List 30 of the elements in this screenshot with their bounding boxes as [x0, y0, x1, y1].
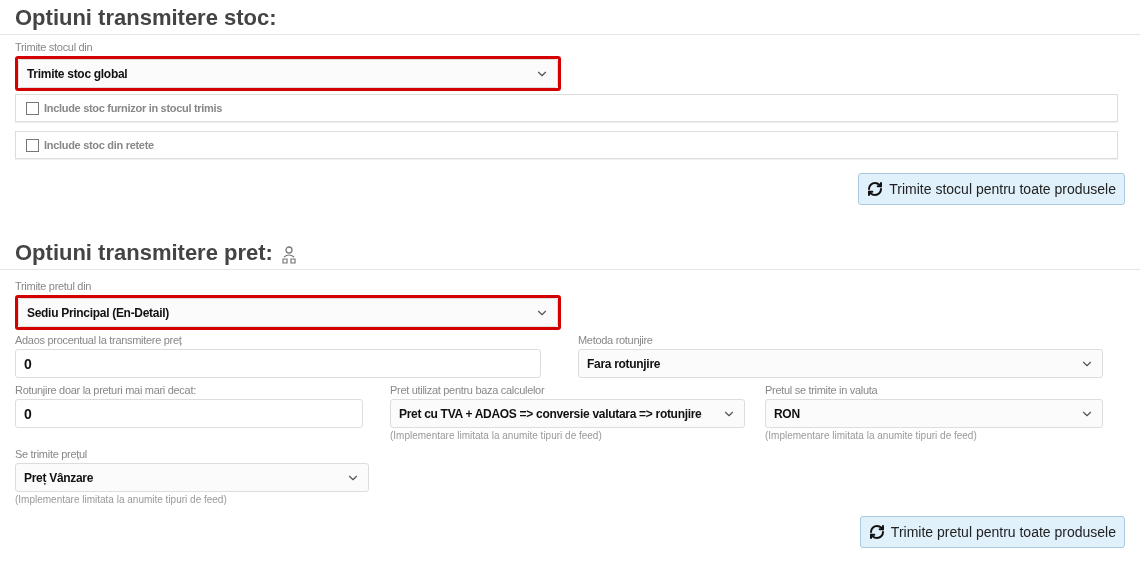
refresh-icon	[868, 524, 885, 540]
people-icon	[280, 246, 297, 264]
hint-text: (Implementare limitata la anumite tipuri de feed)	[15, 494, 228, 506]
field-label: Se trimite prețul	[15, 448, 88, 461]
field-label: Pretul se trimite in valuta	[765, 384, 879, 397]
select-field[interactable]: Trimite stoc global	[18, 59, 558, 88]
refresh-icon	[867, 181, 884, 197]
field-label: Adaos procentual la transmitere preț	[15, 334, 183, 347]
field-label: Pret utilizat pentru baza calculelor	[390, 384, 546, 397]
hint-text: (Implementare limitata la anumite tipuri de feed)	[765, 430, 978, 442]
select-field[interactable]: Sediu Principal (En-Detail)	[18, 298, 558, 327]
checkbox-label: Include stoc furnizor in stocul trimis	[44, 100, 223, 116]
select-field[interactable]: Pret cu TVA + ADAOS => conversie valutara => rotunjire	[390, 399, 745, 428]
checkbox[interactable]	[26, 138, 39, 152]
field-label: Trimite stocul din	[15, 41, 94, 54]
hint-text: (Implementare limitata la anumite tipuri de feed)	[390, 430, 603, 442]
select-field[interactable]: Fara rotunjire	[578, 349, 1103, 378]
select-field[interactable]: Preț Vânzare	[15, 463, 369, 492]
action-button[interactable]: Trimite pretul pentru toate produsele	[859, 516, 1125, 548]
select-field[interactable]: RON	[765, 399, 1103, 428]
action-button[interactable]: Trimite stocul pentru toate produsele	[858, 173, 1125, 205]
field-label: Metoda rotunjire	[578, 334, 654, 347]
input-field[interactable]: 0	[15, 399, 363, 428]
field-label: Trimite pretul din	[15, 280, 93, 293]
checkbox[interactable]	[26, 101, 39, 115]
section-heading: Optiuni transmitere stoc:	[15, 4, 277, 32]
section-heading: Optiuni transmitere pret:	[15, 239, 273, 267]
input-field[interactable]: 0	[15, 349, 541, 378]
checkbox-label: Include stoc din retete	[44, 137, 154, 153]
field-label: Rotunjire doar la preturi mai mari decat:	[15, 384, 197, 397]
